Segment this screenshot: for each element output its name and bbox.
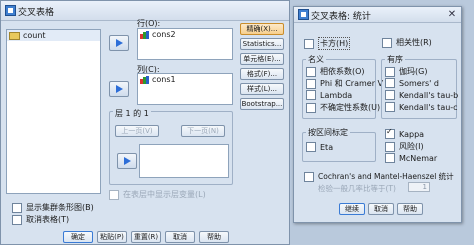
arrow-right-icon xyxy=(115,85,123,93)
risk-checkbox[interactable] xyxy=(385,141,395,152)
move-to-column-button[interactable] xyxy=(109,81,129,97)
layer-variable-list[interactable] xyxy=(139,144,229,178)
statistics-dialog: 交叉表格: 统计 ✕ 卡方(H) 相关性(R) 名义 相依系数(O) Phi 和… xyxy=(293,6,462,223)
move-to-row-button[interactable] xyxy=(109,35,129,51)
chi-square-option[interactable]: 卡方(H) xyxy=(304,37,351,50)
uncertainty-option[interactable]: 不确定性系数(U) xyxy=(306,102,380,113)
row-variable-list[interactable]: cons2 xyxy=(137,28,233,60)
source-variable-list[interactable]: count xyxy=(6,29,101,194)
suppress-tables-checkbox[interactable] xyxy=(12,214,22,225)
ok-button[interactable]: 确定 xyxy=(63,231,93,243)
phi-cramer-checkbox[interactable] xyxy=(306,78,316,89)
lambda-checkbox[interactable] xyxy=(306,90,316,100)
kappa-checkbox[interactable] xyxy=(385,127,395,139)
nominal-variable-icon xyxy=(140,75,149,84)
cancel-button[interactable]: 取消 xyxy=(165,231,195,243)
kendall-tau-c-checkbox[interactable] xyxy=(385,102,395,112)
gamma-option[interactable]: 伽玛(G) xyxy=(385,66,427,77)
exact-button[interactable]: 精确(X)... xyxy=(240,23,284,35)
paste-button[interactable]: 粘贴(P) xyxy=(97,231,127,243)
help-button[interactable]: 帮助 xyxy=(397,203,423,215)
dialog-title: 交叉表格 xyxy=(18,8,55,18)
arrow-right-icon xyxy=(115,39,123,47)
kendall-tau-c-option[interactable]: Kendall's tau-c xyxy=(385,102,458,112)
cells-button[interactable]: 单元格(E)... xyxy=(240,53,284,65)
arrow-right-icon xyxy=(123,157,131,165)
list-item[interactable]: cons2 xyxy=(138,29,232,40)
app-icon xyxy=(298,9,309,20)
nominal-variable-icon xyxy=(140,30,149,39)
contingency-option[interactable]: 相依系数(O) xyxy=(306,66,365,77)
layer-label: 层 1 的 1 xyxy=(113,108,151,119)
style-button[interactable]: 样式(L)... xyxy=(240,83,284,95)
dialog-title: 交叉表格: 统计 xyxy=(311,12,371,22)
continue-button[interactable]: 继续 xyxy=(339,203,365,215)
crosstabs-dialog: 交叉表格 count 行(O): cons2 列(C): cons1 层 1 的… xyxy=(0,0,290,245)
cmh-checkbox[interactable] xyxy=(304,171,314,182)
ruler-icon xyxy=(9,31,20,40)
mcnemar-option[interactable]: McNemar xyxy=(385,153,437,163)
correlations-checkbox[interactable] xyxy=(382,37,392,48)
nominal-group-title: 名义 xyxy=(306,54,326,65)
common-odds-label: 检验一般几率比等于(T) xyxy=(318,184,396,193)
somers-d-checkbox[interactable] xyxy=(385,78,395,88)
clustered-bar-option[interactable]: 显示集群条形图(B) xyxy=(12,202,94,213)
statistics-button[interactable]: Statistics... xyxy=(240,38,284,50)
layer-display-checkbox[interactable] xyxy=(109,189,119,200)
lambda-option[interactable]: Lambda xyxy=(306,90,352,100)
common-odds-input[interactable]: 1 xyxy=(408,182,430,192)
kappa-option[interactable]: Kappa xyxy=(385,127,424,139)
phi-cramer-option[interactable]: Phi 和 Cramer V xyxy=(306,78,383,89)
help-button[interactable]: 帮助 xyxy=(199,231,229,243)
list-item[interactable]: cons1 xyxy=(138,74,232,85)
bootstrap-button[interactable]: Bootstrap... xyxy=(240,98,284,110)
titlebar: 交叉表格: 统计 ✕ xyxy=(294,7,461,23)
reset-button[interactable]: 重置(R) xyxy=(131,231,161,243)
somers-d-option[interactable]: Somers' d xyxy=(385,78,439,88)
format-button[interactable]: 格式(F)... xyxy=(240,68,284,80)
clustered-bar-checkbox[interactable] xyxy=(12,202,22,213)
gamma-checkbox[interactable] xyxy=(385,66,395,77)
layer-display-option[interactable]: 在表层中显示层变量(L) xyxy=(109,189,206,200)
risk-option[interactable]: 风险(I) xyxy=(385,141,424,152)
list-item[interactable]: count xyxy=(7,30,100,41)
cancel-button[interactable]: 取消 xyxy=(368,203,394,215)
eta-option[interactable]: Eta xyxy=(306,142,333,152)
close-icon[interactable]: ✕ xyxy=(446,9,458,21)
suppress-tables-option[interactable]: 取消表格(T) xyxy=(12,214,69,225)
interval-group-title: 按区间标定 xyxy=(306,127,350,138)
kendall-tau-b-option[interactable]: Kendall's tau-b xyxy=(385,90,458,100)
cmh-option[interactable]: Cochran's and Mantel-Haenszel 统计 xyxy=(304,171,454,182)
kendall-tau-b-checkbox[interactable] xyxy=(385,90,395,100)
next-layer-button[interactable]: 下一页(N) xyxy=(181,125,225,137)
ordinal-group-title: 有序 xyxy=(385,54,405,65)
move-to-layer-button[interactable] xyxy=(117,153,137,169)
mcnemar-checkbox[interactable] xyxy=(385,153,395,163)
app-icon xyxy=(5,5,16,16)
chi-square-checkbox[interactable] xyxy=(304,38,314,49)
correlations-option[interactable]: 相关性(R) xyxy=(382,37,432,48)
column-variable-list[interactable]: cons1 xyxy=(137,73,233,105)
uncertainty-checkbox[interactable] xyxy=(306,102,316,113)
previous-layer-button[interactable]: 上一页(V) xyxy=(115,125,159,137)
contingency-checkbox[interactable] xyxy=(306,66,316,77)
eta-checkbox[interactable] xyxy=(306,142,316,152)
